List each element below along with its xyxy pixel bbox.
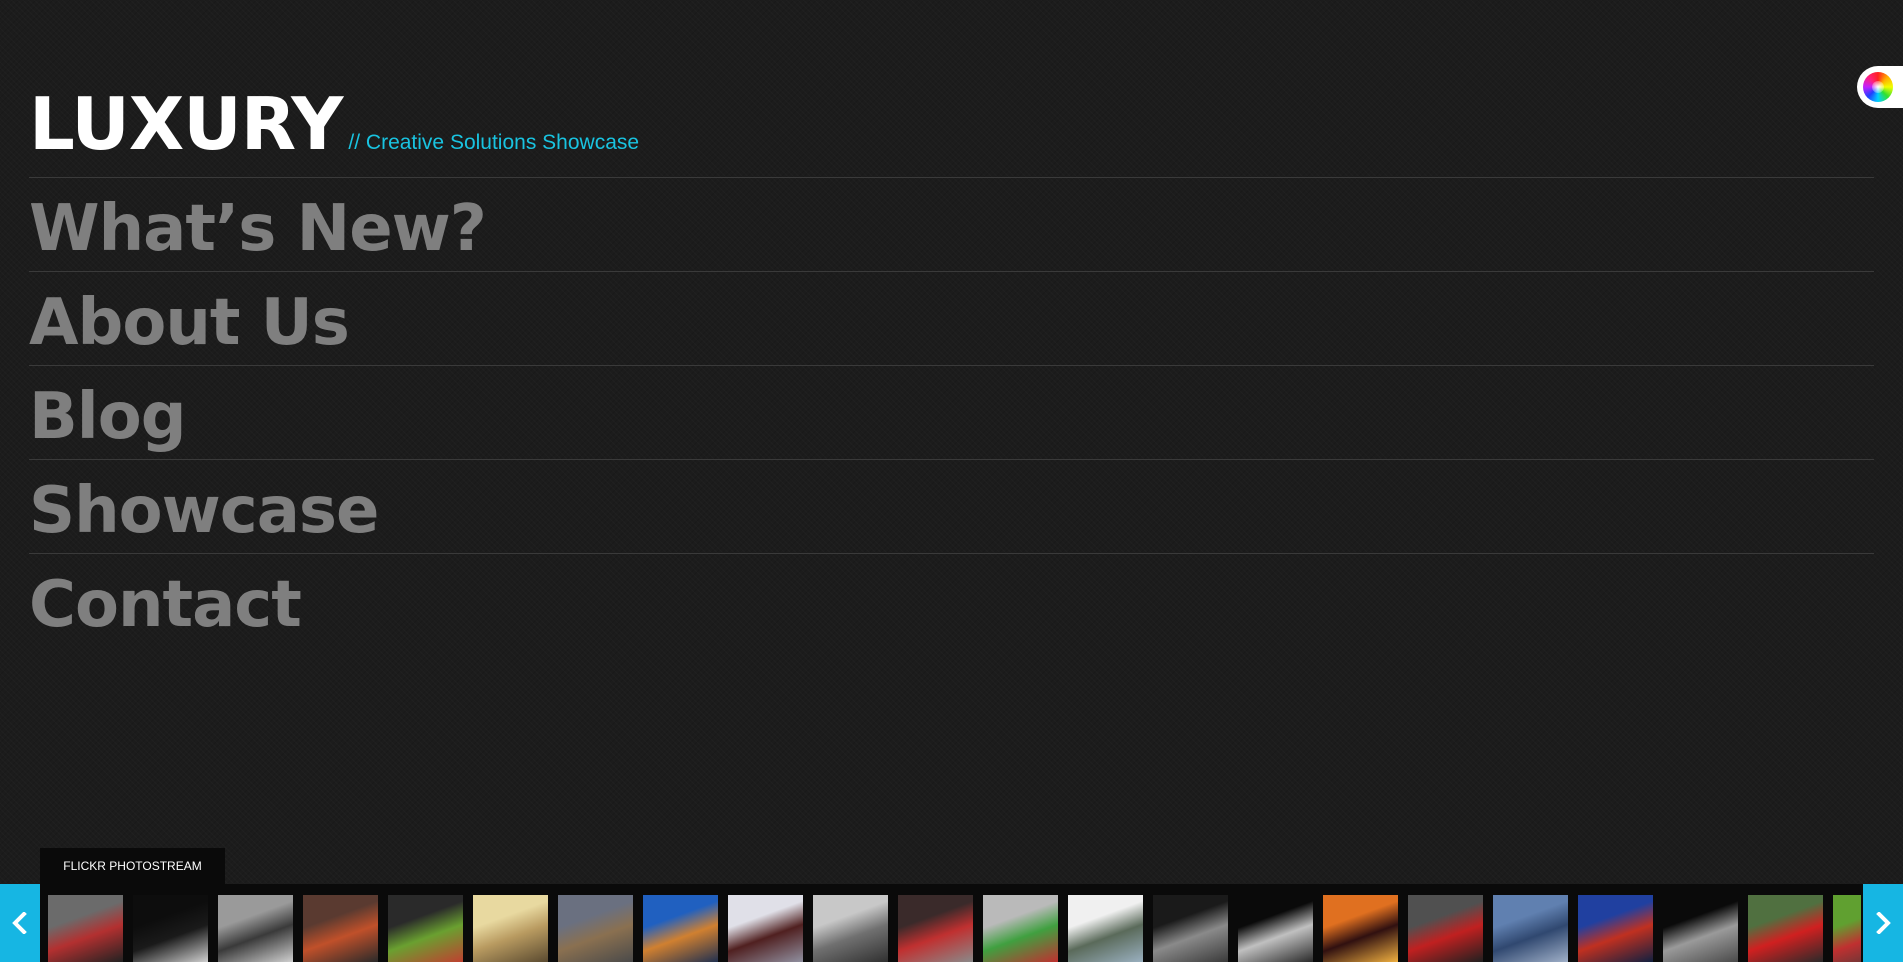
- main-nav: What’s New? About Us Blog Showcase Conta…: [29, 177, 1874, 647]
- flickr-thumbnail-dark-figure[interactable]: [133, 895, 208, 962]
- flickr-thumbnail-misty-sun[interactable]: [473, 895, 548, 962]
- flickr-thumbnail-red-car-street[interactable]: [898, 895, 973, 962]
- color-wheel-icon: [1863, 72, 1893, 102]
- nav-item-label[interactable]: Blog: [29, 385, 186, 449]
- flickr-thumbnail-blue-lake[interactable]: [1493, 895, 1568, 962]
- flickr-thumbnail-orange-sunset[interactable]: [1323, 895, 1398, 962]
- site-header: LUXURY // Creative Solutions Showcase: [29, 84, 639, 164]
- next-button[interactable]: [1863, 884, 1903, 962]
- flickr-thumbnail-city-night[interactable]: [643, 895, 718, 962]
- nav-item-blog[interactable]: Blog: [29, 365, 1874, 459]
- flickr-thumbnail-archway-couple[interactable]: [1238, 895, 1313, 962]
- site-logo[interactable]: LUXURY: [29, 84, 343, 164]
- chevron-right-icon: [1876, 912, 1891, 934]
- nav-item-label[interactable]: What’s New?: [29, 197, 487, 261]
- flickr-thumbnail-snowy-alley[interactable]: [218, 895, 293, 962]
- flickr-thumbnail-skyline-bw[interactable]: [813, 895, 888, 962]
- flickr-thumbnail-tunnel-lights[interactable]: [303, 895, 378, 962]
- flickr-thumbnail-mountain-valley[interactable]: [558, 895, 633, 962]
- flickr-thumbnail-arches-bw[interactable]: [1153, 895, 1228, 962]
- flickr-thumbnail-subway-platform[interactable]: [48, 895, 123, 962]
- flickr-tab-label: FLICKR PHOTOSTREAM: [63, 859, 202, 873]
- flickr-thumbnails: [48, 895, 1861, 962]
- nav-item-label[interactable]: About Us: [29, 291, 350, 355]
- flickr-thumbnail-cloudy-hills[interactable]: [1068, 895, 1143, 962]
- flickr-thumbnail-ducati-track[interactable]: [1748, 895, 1823, 962]
- nav-item-label[interactable]: Showcase: [29, 479, 379, 543]
- flickr-thumbnail-red-tree[interactable]: [1578, 895, 1653, 962]
- flickr-thumbnail-red-motorbike[interactable]: [1408, 895, 1483, 962]
- chevron-left-icon: [12, 912, 27, 934]
- style-switcher-button[interactable]: [1857, 66, 1903, 108]
- flickr-thumbnail-car-partial[interactable]: [1833, 895, 1861, 962]
- nav-item-showcase[interactable]: Showcase: [29, 459, 1874, 553]
- nav-item-about-us[interactable]: About Us: [29, 271, 1874, 365]
- flickr-thumbnail-pillars-bw[interactable]: [1663, 895, 1738, 962]
- flickr-tab: FLICKR PHOTOSTREAM: [40, 848, 225, 884]
- prev-button[interactable]: [0, 884, 40, 962]
- nav-item-whats-new[interactable]: What’s New?: [29, 177, 1874, 271]
- nav-item-label[interactable]: Contact: [29, 573, 302, 637]
- site-tagline: // Creative Solutions Showcase: [348, 131, 640, 154]
- flickr-thumbnail-race-car[interactable]: [983, 895, 1058, 962]
- nav-item-contact[interactable]: Contact: [29, 553, 1874, 647]
- flickr-thumbnail-car-grille[interactable]: [728, 895, 803, 962]
- flickr-thumbnail-green-frog[interactable]: [388, 895, 463, 962]
